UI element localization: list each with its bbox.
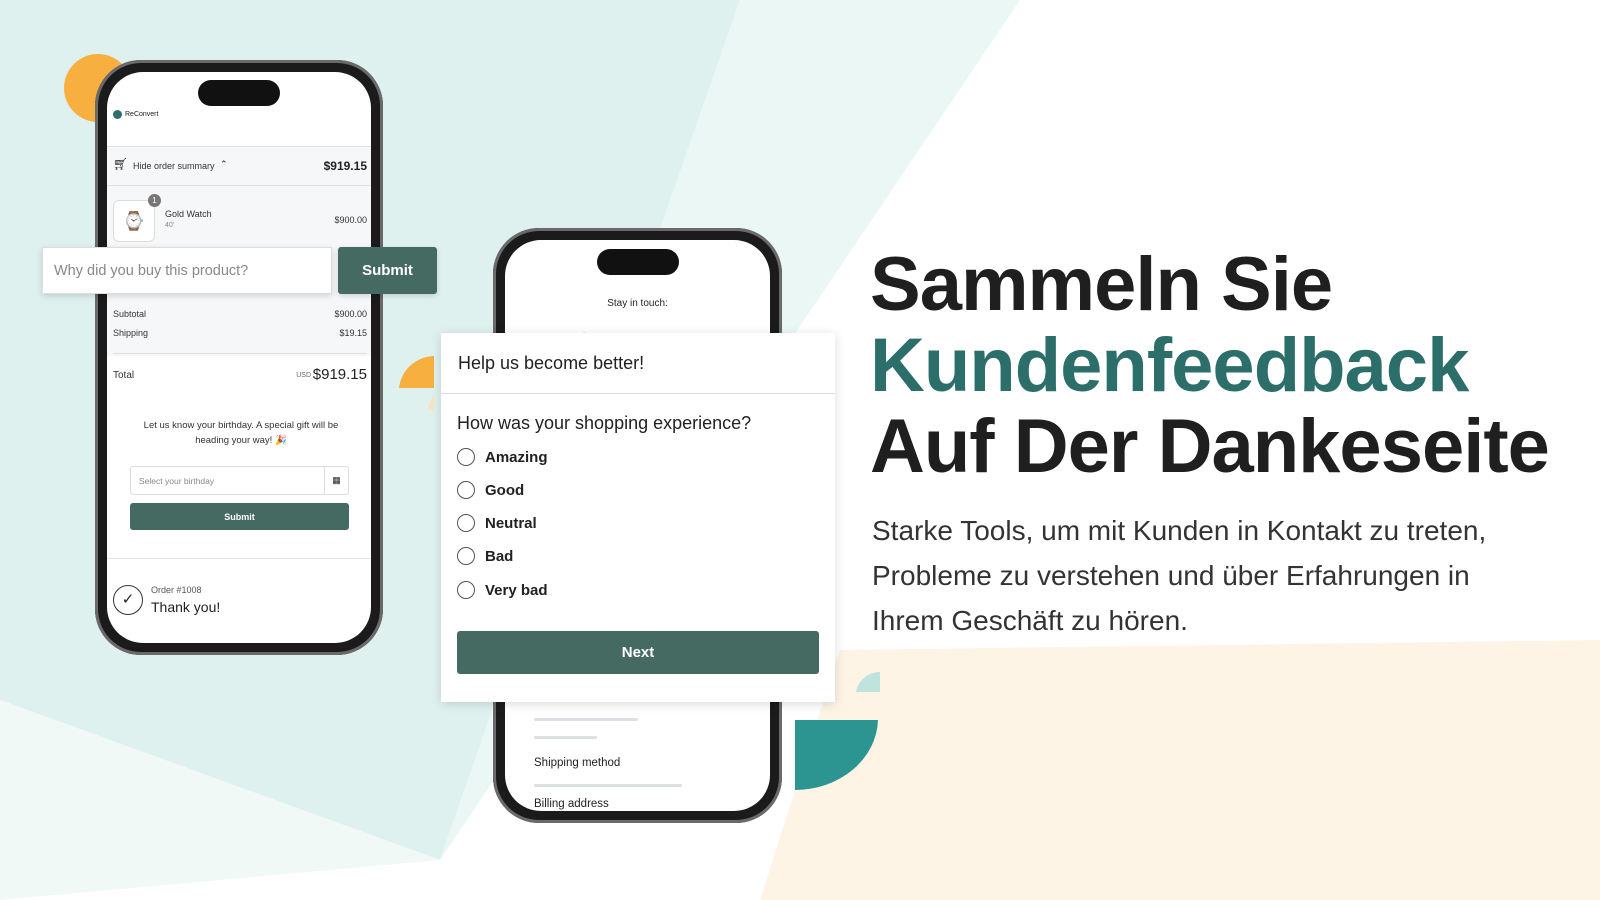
radio-button[interactable] [457,514,475,532]
hero-heading: Sammeln Sie Kundenfeedback Auf Der Danke… [870,242,1550,489]
option-label: Amazing [485,448,548,466]
option-label: Very bad [485,581,548,599]
shipping-method-label: Shipping method [534,757,621,769]
radio-button[interactable] [457,547,475,565]
total-label: Total [113,370,135,381]
product-name: Gold Watch [165,209,212,219]
birthday-prompt: Let us know your birthday. A special gif… [143,420,339,446]
currency: USD [296,372,311,379]
survey-card: Help us become better! How was your shop… [441,333,835,702]
order-summary-toggle[interactable]: Hide order summary [133,161,215,171]
brand-logo: ReConvert [113,110,158,119]
product-variant: 40' [165,222,175,229]
option-amazing[interactable]: Amazing [457,448,548,466]
phone-checkout: ReConvert 🛒︎ Hide order summary ⌃ $919.1… [95,60,383,655]
order-summary-total: $919.15 [323,159,367,173]
radio-button[interactable] [457,448,475,466]
thank-you-heading: Thank you! [151,599,221,615]
birthday-placeholder: Select your birthday [139,476,215,486]
chevron-up-icon: ⌃ [220,159,228,169]
heading-line-1: Sammeln Sie [870,242,1333,327]
option-label: Good [485,481,525,499]
radio-button[interactable] [457,581,475,599]
billing-address-label: Billing address [534,798,609,810]
heading-line-2: Kundenfeedback [870,323,1469,408]
brand-name: ReConvert [125,111,159,118]
checkmark-icon: ✓ [113,585,143,615]
option-neutral[interactable]: Neutral [457,514,537,532]
stay-in-touch-label: Stay in touch: [607,298,668,309]
shipping-value: $19.15 [339,328,367,338]
feedback-submit-button[interactable]: Submit [338,247,437,294]
radio-button[interactable] [457,481,475,499]
option-label: Neutral [485,514,537,532]
calendar-icon[interactable]: ▦ [324,467,348,494]
phone-notch [198,80,280,106]
subtotal-value: $900.00 [334,309,367,319]
option-label: Bad [485,547,514,565]
feedback-input[interactable]: Why did you buy this product? [42,247,332,294]
next-button[interactable]: Next [457,631,819,674]
option-very-bad[interactable]: Very bad [457,581,548,599]
birthday-input[interactable]: Select your birthday ▦ [130,466,349,495]
quantity-badge: 1 [148,194,161,207]
shipping-label: Shipping [113,328,149,338]
option-good[interactable]: Good [457,481,524,499]
total-value: $919.15 [312,366,367,383]
phone-notch [596,249,679,275]
birthday-submit-button[interactable]: Submit [130,503,349,530]
product-thumbnail: ⌚ [113,200,155,242]
cart-icon: 🛒︎ [113,157,129,171]
subtotal-label: Subtotal [113,309,147,319]
order-summary-bar[interactable]: 🛒︎ Hide order summary ⌃ $919.15 [107,146,371,186]
order-number: Order #1008 [151,585,202,595]
feedback-placeholder: Why did you buy this product? [54,263,249,279]
product-price: $900.00 [334,215,367,225]
heading-line-3: Auf Der Dankeseite [870,404,1550,489]
hero-description: Starke Tools, um mit Kunden in Kontakt z… [872,515,1487,636]
survey-question: How was your shopping experience? [457,413,752,433]
option-bad[interactable]: Bad [457,547,513,565]
survey-title: Help us become better! [458,353,645,373]
